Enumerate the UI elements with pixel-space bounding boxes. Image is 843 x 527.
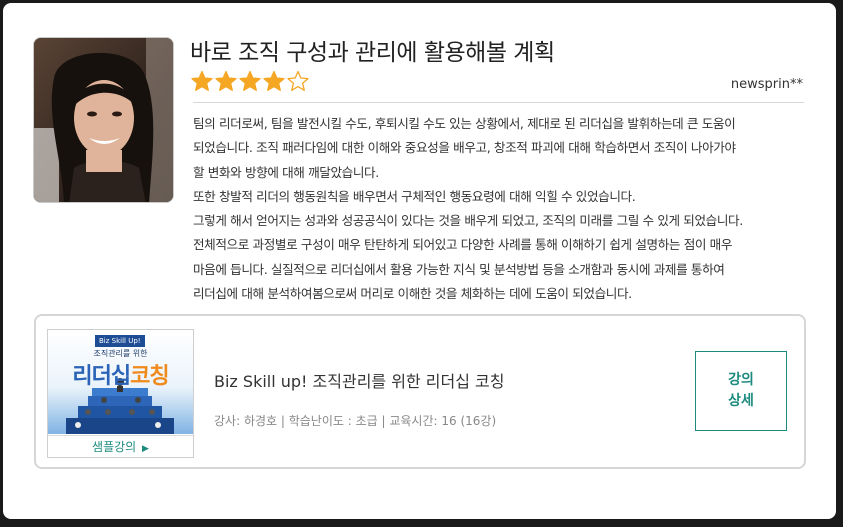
review-line: 리더십에 대해 분석하여봄으로써 머리로 이해한 것을 체화하는 데에 도움이 … [193,286,632,302]
course-detail-button[interactable]: 강의 상세 [695,351,787,431]
reviewer-photo [34,38,173,202]
thumbnail-title: 리더십코칭 [48,358,193,390]
sample-lecture-label: 샘플강의 [92,440,137,454]
thumbnail-title-part-b: 코칭 [130,364,169,389]
reviewer-avatar [33,37,174,203]
review-line: 되었습니다. 조직 패러다임에 대한 이해와 중요성을 배우고, 창조적 파괴에… [193,140,736,156]
review-line: 팀의 리더로써, 팀을 발전시킬 수도, 후퇴시킬 수도 있는 상황에서, 제대… [193,116,736,131]
star-empty-icon [287,70,309,91]
review-author: newsprin** [730,77,803,92]
star-filled-icon [215,70,237,91]
review-line: 전체적으로 과정별로 구성이 매우 탄탄하게 되어있고 다양한 사례를 통해 이… [193,237,733,253]
star-filled-icon [191,70,213,91]
star-filled-icon [263,70,285,91]
course-detail-label-1: 강의 [728,372,754,388]
title-divider [193,102,804,103]
course-thumbnail[interactable]: Biz Skill Up! 조직관리를 위한 리더십코칭 샘플강의 ▶ [47,329,194,458]
play-triangle-icon: ▶ [142,444,149,454]
review-line: 마음에 듭니다. 실질적으로 리더십에서 활용 가능한 지식 및 분석방법 등을… [193,261,725,277]
course-title[interactable]: Biz Skill up! 조직관리를 위한 리더십 코칭 [214,368,504,392]
thumbnail-badge: Biz Skill Up! [95,335,145,347]
review-body: 팀의 리더로써, 팀을 발전시킬 수도, 후퇴시킬 수도 있는 상황에서, 제대… [193,112,825,306]
course-meta: 강사: 하경호 | 학습난이도 : 초급 | 교육시간: 16 (16강) [214,414,497,428]
review-card: 바로 조직 구성과 관리에 활용해볼 계획 newsprin** 팀의 리더로써… [3,3,836,519]
rating-stars [191,70,309,92]
thumbnail-title-part-a: 리더십 [72,364,131,389]
review-title: 바로 조직 구성과 관리에 활용해볼 계획 [190,40,555,66]
course-thumbnail-image[interactable]: Biz Skill Up! 조직관리를 위한 리더십코칭 [48,330,193,434]
course-card: Biz Skill Up! 조직관리를 위한 리더십코칭 샘플강의 ▶ Biz … [34,314,806,469]
review-line: 그렇게 해서 얻어지는 성과와 성공공식이 있다는 것을 배우게 되었고, 조직… [193,213,743,229]
star-filled-icon [239,70,261,91]
review-line: 또한 창발적 리더의 행동원칙을 배우면서 구체적인 행동요령에 대해 익힐 수… [193,188,636,204]
review-line: 할 변화와 방향에 대해 깨달았습니다. [193,164,379,180]
sample-lecture-link[interactable]: 샘플강의 ▶ [48,435,193,457]
course-detail-label-2: 상세 [728,393,754,409]
